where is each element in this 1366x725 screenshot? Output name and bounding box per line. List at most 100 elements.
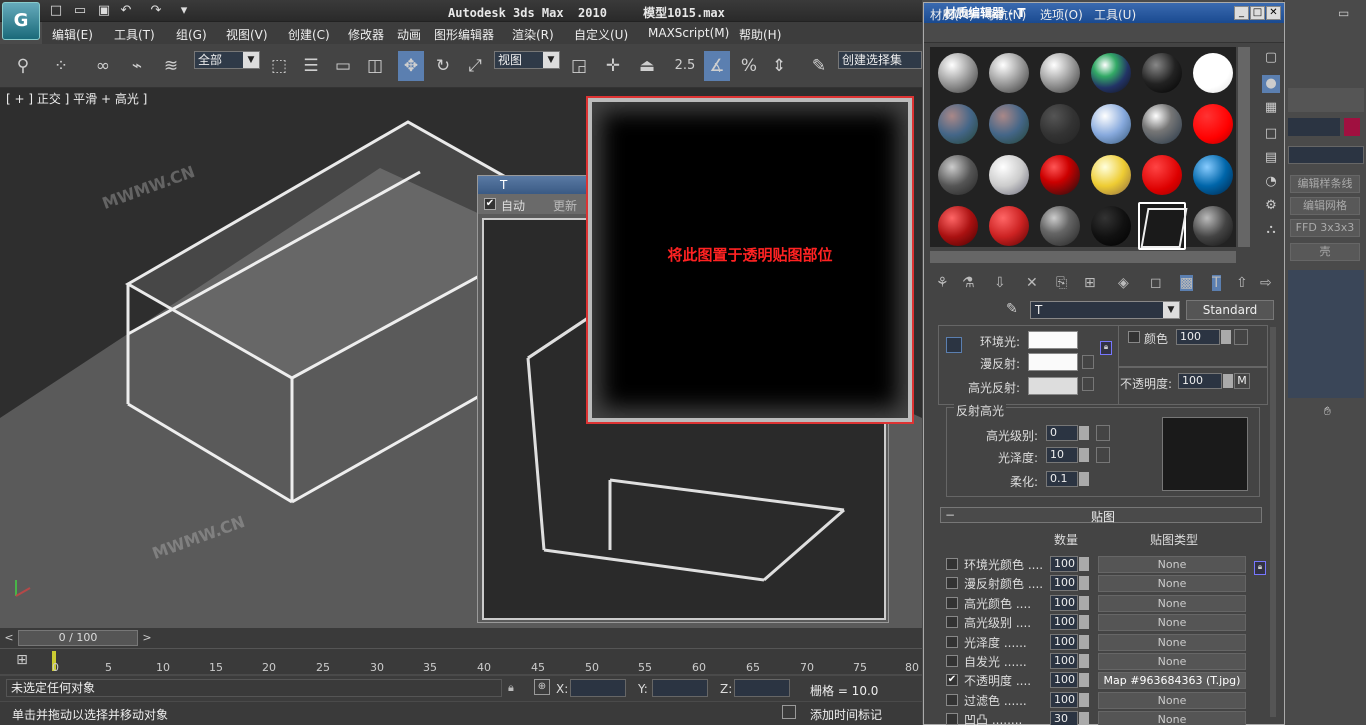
update-button[interactable]: 更新 <box>553 196 577 216</box>
map-amount-spinner[interactable]: 100 <box>1050 672 1089 689</box>
slots-hscroll[interactable] <box>930 251 1236 263</box>
keyboard-shortcut-icon[interactable]: ⏏ <box>634 51 660 81</box>
open-file-icon[interactable]: ▭ <box>72 3 88 19</box>
menu-help[interactable]: 帮助(H) <box>739 26 781 43</box>
save-file-icon[interactable]: ▣ <box>96 3 112 19</box>
menu-maxscript[interactable]: MAXScript(M) <box>648 26 729 40</box>
menu-customize[interactable]: 自定义(U) <box>574 26 628 43</box>
modifier-stack-item[interactable]: FFD 3x3x3 <box>1290 219 1360 237</box>
auto-checkbox[interactable]: ✔ <box>484 198 496 210</box>
sample-slot[interactable] <box>985 49 1033 97</box>
maps-rollout-header[interactable]: − 贴图 <box>940 507 1262 524</box>
map-enable-checkbox[interactable] <box>946 558 958 570</box>
params-scrollbar[interactable] <box>1270 327 1276 717</box>
edit-named-selection-icon[interactable]: ✎ <box>806 51 832 81</box>
panel-tabs[interactable] <box>1288 88 1364 112</box>
map-slot-button[interactable]: None <box>1098 594 1246 612</box>
map-slot-button[interactable]: Map #963684363 (T.jpg) <box>1098 672 1246 690</box>
time-slider[interactable]: < 0 / 100 > <box>0 628 922 648</box>
named-selection-field[interactable]: 创建选择集 <box>838 51 922 69</box>
bind-space-warp-icon[interactable]: ⁘ <box>48 51 74 81</box>
menu-utilities[interactable]: 工具(U) <box>1094 6 1136 23</box>
map-slot-button[interactable]: None <box>1098 633 1246 651</box>
spinner-snap-icon[interactable]: ⇕ <box>766 51 792 81</box>
video-color-check-icon[interactable]: ▤ <box>1262 149 1280 167</box>
menu-animation[interactable]: 动画 <box>397 26 421 43</box>
self-illum-amount[interactable]: 100 <box>1176 329 1231 345</box>
pivot-center-icon[interactable]: ◲ <box>566 51 592 81</box>
map-slot-button[interactable]: None <box>1098 711 1246 725</box>
minimize-icon[interactable]: _ <box>1234 6 1249 20</box>
map-amount-spinner[interactable]: 100 <box>1050 653 1089 669</box>
modifier-stack-list[interactable] <box>1288 270 1364 398</box>
time-tag-icon[interactable] <box>782 705 796 719</box>
material-id-icon[interactable]: ◻ <box>1150 275 1162 291</box>
map-amount-spinner[interactable]: 30 <box>1050 711 1089 725</box>
get-material-icon[interactable]: ⚘ <box>936 275 949 291</box>
sample-slot[interactable] <box>1189 49 1237 97</box>
snap-toggle-icon[interactable]: 2.5 <box>672 51 698 81</box>
self-illum-map-button[interactable] <box>1234 329 1248 345</box>
select-manipulate-icon[interactable]: ✛ <box>600 51 626 81</box>
sample-type-icon[interactable]: ▢ <box>1262 49 1280 67</box>
object-name-field[interactable] <box>1288 118 1340 136</box>
make-preview-icon[interactable]: ◔ <box>1262 173 1280 191</box>
ambient-color-swatch[interactable] <box>1028 331 1078 349</box>
menu-graph-editors[interactable]: 图形编辑器 <box>434 26 494 43</box>
menu-navigation[interactable]: 导航(N) <box>984 6 1026 23</box>
specular-map-button[interactable] <box>1082 377 1094 391</box>
soften-value[interactable]: 0.1 <box>1046 471 1089 487</box>
menu-group[interactable]: 组(G) <box>176 26 207 43</box>
put-to-scene-icon[interactable]: ⚗ <box>962 275 975 291</box>
map-enable-checkbox[interactable] <box>946 655 958 667</box>
map-enable-checkbox[interactable] <box>946 616 958 629</box>
sample-slot[interactable] <box>1036 202 1084 250</box>
viewport-label[interactable]: [ + ] 正交 ] 平滑 + 高光 ] <box>6 90 147 107</box>
sample-slot[interactable] <box>1138 100 1186 148</box>
menu-material[interactable]: 材质(M) <box>930 6 974 23</box>
sample-slot[interactable] <box>1087 100 1135 148</box>
close-icon[interactable]: ✕ <box>1266 6 1281 20</box>
menu-edit[interactable]: 编辑(E) <box>52 26 93 43</box>
time-slider-knob[interactable]: 0 / 100 <box>18 630 138 646</box>
quick-access-dropdown-icon[interactable]: ▾ <box>176 3 192 19</box>
modifier-list-dropdown[interactable] <box>1288 146 1364 164</box>
opacity-map-button[interactable]: M <box>1234 373 1250 389</box>
go-to-parent-icon[interactable]: ⇧ <box>1236 275 1248 291</box>
select-by-name-icon[interactable]: ☰ <box>298 51 324 81</box>
opacity-amount[interactable]: 100 <box>1178 373 1233 389</box>
unlink-icon[interactable]: ⌁ <box>124 51 150 81</box>
lock-icon[interactable]: 🔒︎ <box>508 681 520 695</box>
chevron-right-icon[interactable]: > <box>140 630 154 646</box>
material-name-field[interactable]: T ▼ <box>1030 301 1180 319</box>
show-map-icon[interactable]: ▩ <box>1180 275 1194 291</box>
sample-slot[interactable] <box>985 100 1033 148</box>
backlight-icon[interactable]: ● <box>1262 75 1280 93</box>
chevron-down-icon[interactable]: ▼ <box>1163 302 1179 318</box>
make-copy-icon[interactable]: ⎘ <box>1056 275 1067 291</box>
assign-material-icon[interactable]: ⇩ <box>994 275 1006 291</box>
angle-snap-icon[interactable]: ∡ <box>704 51 730 81</box>
track-bar[interactable]: ⊞ 0 5 10 15 20 25 30 35 40 45 50 55 60 6… <box>0 648 922 674</box>
percent-snap-icon[interactable]: % <box>736 51 762 81</box>
map-slot-button[interactable]: None <box>1098 691 1246 709</box>
put-library-icon[interactable]: ◈ <box>1118 275 1129 291</box>
lock-ambient-diffuse-icon[interactable] <box>946 337 962 353</box>
sample-slot[interactable] <box>1087 202 1135 250</box>
lock-icon[interactable]: 🔒︎ <box>1254 561 1266 575</box>
menu-rendering[interactable]: 渲染(R) <box>512 26 554 43</box>
sample-slot[interactable] <box>1189 202 1237 250</box>
sample-slot[interactable] <box>1138 49 1186 97</box>
map-enable-checkbox[interactable] <box>946 596 958 609</box>
diffuse-color-swatch[interactable] <box>1028 353 1078 371</box>
add-time-tag-button[interactable]: 添加时间标记 <box>810 706 882 723</box>
sample-slot[interactable] <box>934 49 982 97</box>
app-logo-icon[interactable]: G <box>2 2 40 40</box>
sample-slot[interactable] <box>934 151 982 199</box>
map-enable-checkbox[interactable]: ✔ <box>946 674 958 687</box>
modifier-stack-item[interactable]: 编辑网格 <box>1290 197 1360 215</box>
select-move-icon[interactable]: ✥ <box>398 51 424 81</box>
map-enable-checkbox[interactable] <box>946 635 958 648</box>
sample-slot[interactable] <box>1189 151 1237 199</box>
reset-map-icon[interactable]: ✕ <box>1026 275 1038 291</box>
